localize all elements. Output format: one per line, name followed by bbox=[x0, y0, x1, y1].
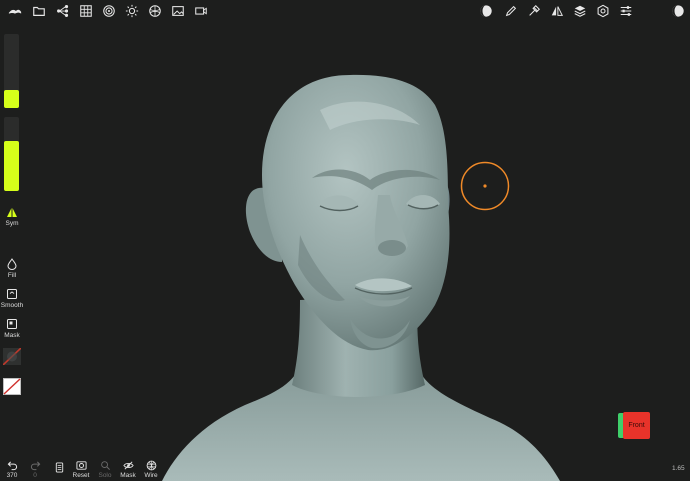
target-icon[interactable] bbox=[100, 2, 118, 20]
fill-label: Fill bbox=[7, 272, 17, 279]
mask-button[interactable]: Mask bbox=[0, 318, 24, 339]
wire-label: Wire bbox=[144, 472, 158, 479]
smooth-icon bbox=[7, 289, 17, 299]
material-swatch[interactable] bbox=[3, 348, 21, 365]
symmetry-icon[interactable] bbox=[548, 2, 566, 20]
layers-icon[interactable] bbox=[571, 2, 589, 20]
undo-count: 370 bbox=[6, 472, 18, 479]
smooth-label: Smooth bbox=[0, 302, 24, 309]
nomad-logo-icon[interactable] bbox=[6, 2, 24, 20]
camera-reset-icon bbox=[75, 461, 87, 470]
symmetry-icon bbox=[7, 207, 17, 217]
settings-gear-icon[interactable] bbox=[594, 2, 612, 20]
head-model bbox=[162, 74, 560, 481]
undo-icon bbox=[7, 461, 17, 471]
wireframe-icon bbox=[146, 460, 156, 471]
redo-count: 0 bbox=[33, 472, 37, 479]
wire-button[interactable]: Wire bbox=[139, 460, 163, 479]
scene-graph-icon[interactable] bbox=[54, 2, 72, 20]
shading-mode-icon[interactable] bbox=[669, 2, 687, 20]
solo-search-icon bbox=[100, 461, 110, 470]
view-cube-front-face[interactable]: Front bbox=[623, 412, 650, 439]
intensity-slider[interactable] bbox=[4, 117, 19, 191]
view-cube-label: Front bbox=[628, 422, 645, 429]
grid-icon[interactable] bbox=[77, 2, 95, 20]
stroke-settings-icon[interactable] bbox=[525, 2, 543, 20]
top-toolbar bbox=[0, 0, 690, 22]
eye-off-icon bbox=[122, 461, 134, 470]
image-icon[interactable] bbox=[169, 2, 187, 20]
undo-button[interactable]: 370 bbox=[0, 460, 24, 479]
material-sphere-icon[interactable] bbox=[146, 2, 164, 20]
sun-icon[interactable] bbox=[123, 2, 141, 20]
redo-icon bbox=[30, 461, 40, 471]
solo-label: Solo bbox=[98, 472, 112, 479]
sym-button[interactable]: Sym bbox=[0, 206, 24, 227]
radius-slider-fill bbox=[4, 89, 19, 108]
reset-button[interactable]: Reset bbox=[69, 460, 93, 479]
color-swatch[interactable] bbox=[3, 378, 21, 395]
folder-icon[interactable] bbox=[30, 2, 48, 20]
drop-icon bbox=[7, 258, 17, 270]
mask-visibility-label: Mask bbox=[120, 472, 136, 479]
sliders-icon[interactable] bbox=[617, 2, 635, 20]
brush-cursor bbox=[460, 161, 510, 211]
reset-label: Reset bbox=[72, 472, 90, 479]
radius-slider[interactable] bbox=[4, 34, 19, 108]
sym-label: Sym bbox=[5, 220, 19, 227]
pencil-icon[interactable] bbox=[502, 2, 520, 20]
view-cube[interactable]: Front bbox=[618, 412, 650, 439]
intensity-slider-fill bbox=[4, 140, 19, 191]
smooth-button[interactable]: Smooth bbox=[0, 288, 24, 309]
files-button[interactable] bbox=[47, 462, 71, 473]
version-label: 1.65 bbox=[672, 465, 685, 472]
shading-toggle-icon[interactable] bbox=[477, 2, 495, 20]
sculpt-viewport[interactable] bbox=[0, 0, 690, 481]
mask-icon bbox=[7, 319, 17, 329]
solo-button[interactable]: Solo bbox=[93, 460, 117, 479]
video-icon[interactable] bbox=[192, 2, 210, 20]
document-icon bbox=[55, 462, 63, 473]
mask-visibility-button[interactable]: Mask bbox=[116, 460, 140, 479]
redo-button[interactable]: 0 bbox=[23, 460, 47, 479]
mask-label: Mask bbox=[4, 332, 20, 339]
fill-button[interactable]: Fill bbox=[0, 258, 24, 279]
